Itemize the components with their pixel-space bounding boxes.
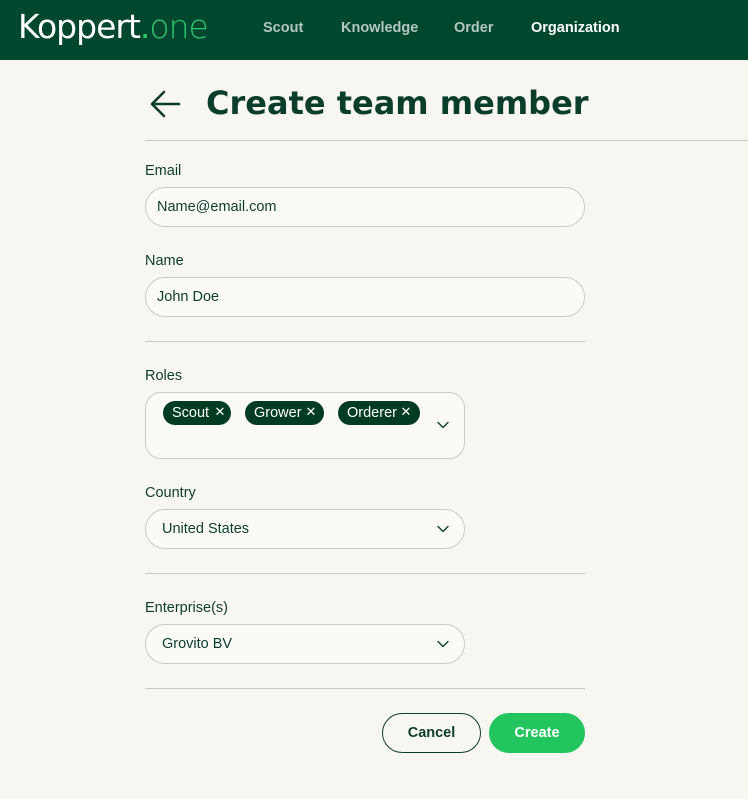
email-field[interactable] bbox=[145, 187, 585, 227]
cancel-button[interactable]: Cancel bbox=[382, 713, 481, 753]
enterprise-select[interactable]: Grovito BV bbox=[145, 624, 465, 664]
create-button[interactable]: Create bbox=[489, 713, 585, 753]
role-chip-label: Orderer bbox=[347, 405, 397, 421]
country-select[interactable]: United States bbox=[145, 509, 465, 549]
page-title: Create team member bbox=[206, 84, 589, 122]
roles-label: Roles bbox=[145, 368, 183, 384]
name-label: Name bbox=[145, 253, 184, 269]
nav-item-organization[interactable]: Organization bbox=[531, 20, 620, 37]
back-button[interactable] bbox=[148, 89, 182, 119]
enterprise-value: Grovito BV bbox=[162, 636, 233, 652]
close-icon[interactable]: ✕ bbox=[304, 401, 318, 425]
country-label: Country bbox=[145, 485, 196, 501]
name-field[interactable] bbox=[145, 277, 585, 317]
section-divider bbox=[145, 341, 585, 342]
nav-item-scout[interactable]: Scout bbox=[263, 20, 303, 37]
chevron-down-icon bbox=[437, 525, 449, 533]
title-divider bbox=[145, 140, 748, 141]
koppert-one-logo[interactable]: Koppert.one bbox=[18, 7, 209, 47]
nav-item-knowledge[interactable]: Knowledge bbox=[341, 20, 418, 37]
role-chip-orderer: Orderer ✕ bbox=[338, 401, 420, 425]
arrow-left-icon bbox=[150, 90, 181, 118]
top-navigation-bar: Koppert.one Scout Knowledge Order Organi… bbox=[0, 0, 748, 60]
close-icon[interactable]: ✕ bbox=[399, 401, 413, 425]
chevron-down-icon bbox=[437, 421, 449, 429]
role-chip-label: Scout bbox=[172, 405, 210, 421]
email-label: Email bbox=[145, 163, 182, 179]
role-chip-label: Grower bbox=[254, 405, 302, 421]
roles-multiselect[interactable]: Scout ✕ Grower ✕ Orderer ✕ bbox=[145, 392, 465, 459]
role-chip-scout: Scout ✕ bbox=[163, 401, 231, 425]
chevron-down-icon bbox=[437, 640, 449, 648]
role-chip-grower: Grower ✕ bbox=[245, 401, 324, 425]
section-divider bbox=[145, 688, 585, 689]
enterprise-label: Enterprise(s) bbox=[145, 600, 228, 616]
section-divider bbox=[145, 573, 585, 574]
logo-wordmark: Koppert bbox=[18, 7, 141, 46]
close-icon[interactable]: ✕ bbox=[213, 401, 227, 425]
logo-dot: . bbox=[139, 7, 150, 46]
logo-suffix: one bbox=[149, 7, 208, 46]
country-value: United States bbox=[162, 521, 250, 537]
nav-item-order[interactable]: Order bbox=[454, 20, 494, 37]
